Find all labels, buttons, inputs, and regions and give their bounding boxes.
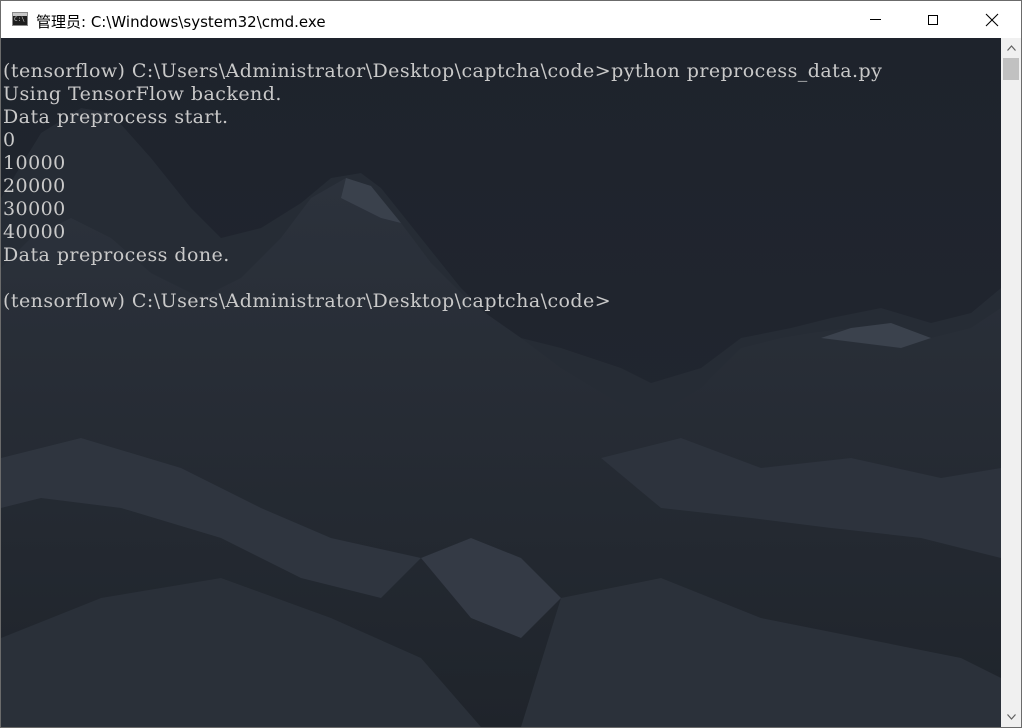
minimize-button[interactable] — [846, 1, 904, 38]
console-prompt-line: (tensorflow) C:\Users\Administrator\Desk… — [3, 290, 612, 312]
vertical-scrollbar[interactable] — [1001, 38, 1021, 727]
scroll-down-button[interactable] — [1001, 707, 1021, 727]
console-line: Data preprocess start. — [3, 106, 229, 128]
console-area[interactable]: (tensorflow) C:\Users\Administrator\Desk… — [1, 38, 1001, 727]
console-line: 30000 — [3, 198, 66, 220]
maximize-icon — [928, 14, 938, 25]
close-button[interactable] — [963, 1, 1021, 38]
console-line: 10000 — [3, 152, 66, 174]
title-bar[interactable]: 管理员: C:\Windows\system32\cmd.exe — [1, 1, 1021, 38]
maximize-button[interactable] — [904, 1, 962, 38]
close-icon — [985, 13, 999, 26]
console-line: (tensorflow) C:\Users\Administrator\Desk… — [3, 60, 883, 82]
window-title: 管理员: C:\Windows\system32\cmd.exe — [36, 13, 326, 31]
scroll-up-button[interactable] — [1001, 38, 1021, 58]
console-output[interactable]: (tensorflow) C:\Users\Administrator\Desk… — [3, 60, 882, 313]
cmd-window: 管理员: C:\Windows\system32\cmd.exe — [0, 0, 1022, 728]
minimize-icon — [869, 19, 881, 20]
console-line: Data preprocess done. — [3, 244, 230, 266]
console-line: Using TensorFlow backend. — [3, 83, 282, 105]
scroll-up-arrow-icon — [1006, 45, 1016, 51]
console-line: 20000 — [3, 175, 66, 197]
scroll-down-arrow-icon — [1006, 714, 1016, 720]
console-line: 40000 — [3, 221, 66, 243]
scrollbar-thumb[interactable] — [1003, 58, 1019, 80]
cmd-app-icon[interactable] — [12, 12, 28, 26]
console-line: 0 — [3, 129, 16, 151]
